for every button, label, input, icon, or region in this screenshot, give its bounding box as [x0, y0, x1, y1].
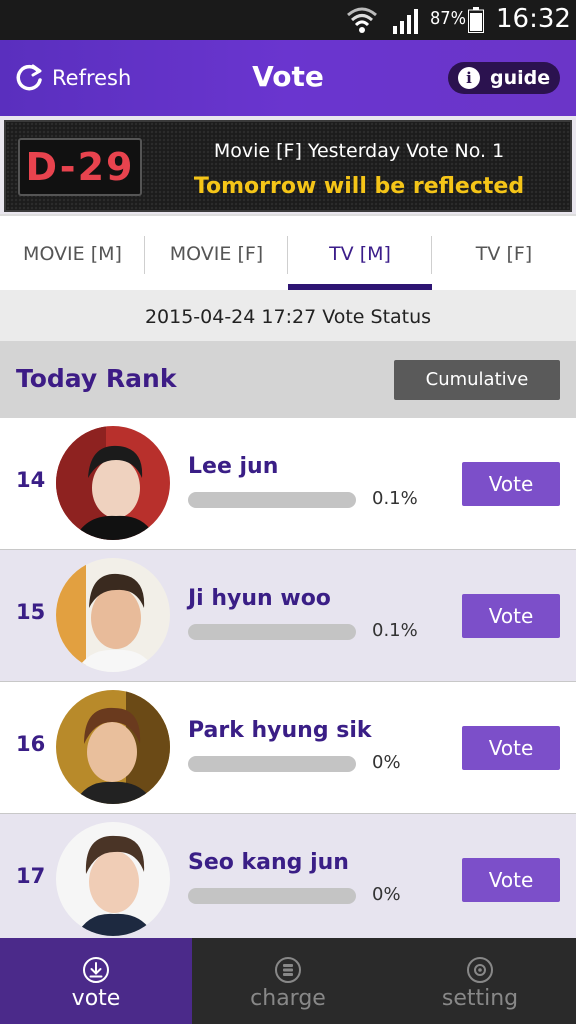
person-photo-icon: [56, 822, 170, 936]
vote-status-timestamp: 2015-04-24 17:27 Vote Status: [0, 290, 576, 342]
wifi-icon: [347, 7, 377, 33]
refresh-label: Refresh: [52, 66, 132, 90]
banner-message: Movie [F] Yesterday Vote No. 1: [213, 140, 505, 162]
refresh-icon: [16, 64, 42, 91]
today-rank-title: Today Rank: [16, 364, 177, 393]
nav-vote[interactable]: vote: [0, 938, 192, 1024]
signal-icon: [393, 9, 418, 34]
candidate-name: Lee jun: [188, 454, 279, 479]
tab-tv-m[interactable]: TV [M]: [288, 216, 432, 292]
rank-number: 14: [16, 468, 46, 492]
avatar: [56, 558, 170, 672]
nav-charge[interactable]: charge: [192, 938, 384, 1024]
banner-notice: Tomorrow will be reflected: [193, 174, 525, 199]
tab-label: TV [M]: [329, 243, 391, 265]
vote-percent: 0%: [372, 884, 401, 905]
person-photo-icon: [56, 558, 170, 672]
rank-number: 17: [16, 864, 46, 888]
list-item: 14 Lee jun 0.1% Vote: [0, 418, 576, 550]
coins-icon: [275, 957, 301, 983]
rank-number: 16: [16, 732, 46, 756]
rank-number: 15: [16, 600, 46, 624]
battery-icon: [468, 7, 484, 33]
rank-header: Today Rank Cumulative: [0, 342, 576, 418]
tab-label: MOVIE [F]: [169, 243, 264, 265]
vote-button[interactable]: Vote: [462, 726, 560, 770]
banner-container: D-29 Movie [F] Yesterday Vote No. 1 Tomo…: [0, 116, 576, 214]
tab-label: MOVIE [M]: [23, 243, 122, 265]
avatar: [56, 690, 170, 804]
category-tabs: MOVIE [M] MOVIE [F] TV [M] TV [F]: [0, 214, 576, 292]
list-item: 16 Park hyung sik 0% Vote: [0, 682, 576, 814]
refresh-button[interactable]: Refresh: [14, 60, 131, 96]
candidate-name: Seo kang jun: [188, 850, 349, 875]
tab-movie-f[interactable]: MOVIE [F]: [145, 216, 288, 292]
candidate-name: Park hyung sik: [188, 718, 372, 743]
vote-progress-bar: [188, 492, 356, 508]
vote-button[interactable]: Vote: [462, 594, 560, 638]
nav-label: vote: [71, 986, 121, 1011]
vote-progress-bar: [188, 756, 356, 772]
tab-label: TV [F]: [475, 243, 533, 265]
dday-banner: D-29 Movie [F] Yesterday Vote No. 1 Tomo…: [4, 120, 572, 212]
list-item: 17 Seo kang jun 0% Vote: [0, 814, 576, 946]
person-photo-icon: [56, 690, 170, 804]
candidate-name: Ji hyun woo: [188, 586, 331, 611]
person-photo-icon: [56, 426, 170, 540]
avatar: [56, 822, 170, 936]
bottom-navigation: vote charge setting: [0, 938, 576, 1024]
app-header: Refresh Vote i guide: [0, 40, 576, 116]
clock: 16:32: [496, 4, 571, 34]
gear-icon: [467, 957, 493, 983]
dday-counter: D-29: [18, 138, 142, 196]
vote-percent: 0.1%: [372, 620, 418, 641]
vote-button[interactable]: Vote: [462, 462, 560, 506]
vote-percent: 0.1%: [372, 488, 418, 509]
vote-percent: 0%: [372, 752, 401, 773]
nav-label: setting: [441, 986, 519, 1011]
nav-setting[interactable]: setting: [384, 938, 576, 1024]
nav-label: charge: [250, 986, 326, 1011]
tab-tv-f[interactable]: TV [F]: [432, 216, 576, 292]
cumulative-button[interactable]: Cumulative: [394, 360, 560, 400]
vote-button[interactable]: Vote: [462, 858, 560, 902]
battery-percent: 87%: [430, 8, 466, 29]
status-bar: 87% 16:32: [0, 0, 576, 40]
download-circle-icon: [83, 957, 109, 983]
vote-progress-bar: [188, 888, 356, 904]
list-item: 15 Ji hyun woo 0.1% Vote: [0, 550, 576, 682]
info-icon: i: [458, 67, 480, 89]
tab-movie-m[interactable]: MOVIE [M]: [0, 216, 145, 292]
guide-label: guide: [490, 67, 551, 89]
guide-button[interactable]: i guide: [448, 62, 560, 94]
vote-progress-bar: [188, 624, 356, 640]
avatar: [56, 426, 170, 540]
